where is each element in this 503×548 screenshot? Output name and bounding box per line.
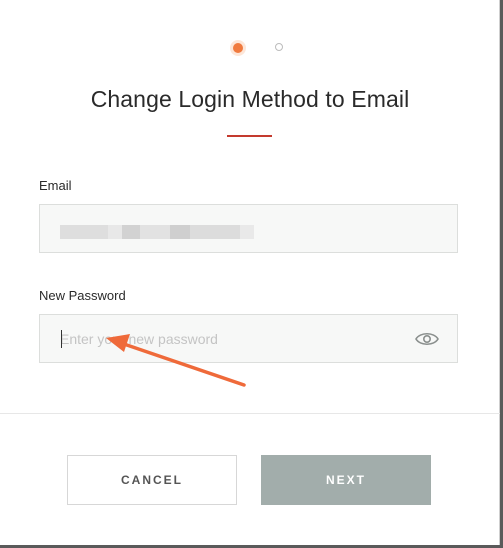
email-obscured-segment [240, 225, 254, 239]
email-obscured-segment [170, 225, 190, 239]
next-button[interactable]: NEXT [261, 455, 431, 505]
title-underline [227, 135, 272, 137]
new-password-label: New Password [39, 288, 126, 303]
step-2-dot [275, 43, 283, 51]
cancel-button[interactable]: CANCEL [67, 455, 237, 505]
new-password-field-container [39, 314, 458, 363]
eye-icon[interactable] [415, 330, 439, 348]
email-obscured-segment [108, 225, 122, 239]
email-obscured-segment [140, 225, 170, 239]
step-1-active-dot [230, 40, 246, 56]
email-obscured-segment [60, 225, 108, 239]
email-obscured-segment [190, 225, 240, 239]
footer-divider [0, 413, 500, 414]
new-password-input[interactable] [54, 315, 420, 362]
step-1-dot-core [233, 43, 243, 53]
email-field[interactable] [39, 204, 458, 253]
dialog-title: Change Login Method to Email [90, 86, 410, 112]
email-label: Email [39, 178, 72, 193]
change-login-dialog: Change Login Method to Email Email New P… [0, 0, 500, 545]
step-indicator [0, 40, 499, 56]
text-caret [61, 330, 62, 348]
email-obscured-segment [122, 225, 140, 239]
